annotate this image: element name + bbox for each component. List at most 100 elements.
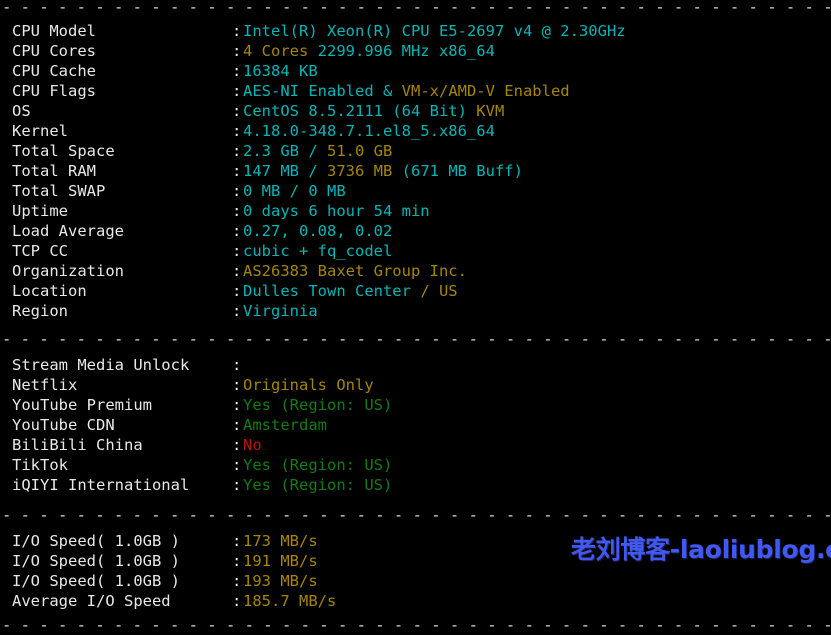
separator-top: - - - - - - - - - - - - - - - - - - - - … [0,0,831,17]
system-info-row: Region:Virginia [12,301,831,321]
io-speed-value-part: 173 MB/s [243,532,318,550]
system-info-value: Virginia [243,302,318,320]
io-speed-row: Average I/O Speed:185.7 MB/s [12,591,831,611]
stream-unlock-label: Netflix [12,375,232,395]
system-info-label: CPU Cache [12,61,232,81]
system-info-colon: : [232,101,243,121]
separator-io: - - - - - - - - - - - - - - - - - - - - … [0,505,831,525]
system-info-value-part: Dulles Town Center [243,282,420,300]
system-info-value-part: 2.3 GB / [243,142,327,160]
io-speed-row: I/O Speed( 1.0GB ):193 MB/s [12,571,831,591]
io-speed-value-part: 191 MB/s [243,552,318,570]
system-info-value-part: 3736 MB [327,162,402,180]
system-info-row: CPU Flags:AES-NI Enabled & VM-x/AMD-V En… [12,81,831,101]
system-info-colon: : [232,181,243,201]
stream-unlock-value-part: Amsterdam [243,416,327,434]
io-speed-colon: : [232,591,243,611]
system-info-value: 0 MB / 0 MB [243,182,346,200]
stream-unlock-label: YouTube CDN [12,415,232,435]
io-speed-colon: : [232,571,243,591]
stream-unlock-label: YouTube Premium [12,395,232,415]
system-info-label: Total RAM [12,161,232,181]
system-info-value-part: 2299.996 MHz x86_64 [318,42,495,60]
system-info-colon: : [232,61,243,81]
stream-unlock-value-part: Yes (Region: US) [243,476,392,494]
system-info-row: CPU Cache:16384 KB [12,61,831,81]
system-info-value-part: 4 Cores [243,42,318,60]
system-info-row: Organization:AS26383 Baxet Group Inc. [12,261,831,281]
stream-unlock-label: Stream Media Unlock [12,355,232,375]
stream-unlock-colon: : [232,455,243,475]
io-speed-value: 173 MB/s [243,532,318,550]
system-info-value-part: AES-NI Enabled [243,82,374,100]
system-info-rows: CPU Model:Intel(R) Xeon(R) CPU E5-2697 v… [12,21,831,321]
system-info-value: CentOS 8.5.2111 (64 Bit) KVM [243,102,504,120]
system-info-value: 4 Cores 2299.996 MHz x86_64 [243,42,495,60]
stream-unlock-value: No [243,436,262,454]
system-info-row: Load Average:0.27, 0.08, 0.02 [12,221,831,241]
system-info-row: CPU Cores:4 Cores 2299.996 MHz x86_64 [12,41,831,61]
system-info-row: Kernel:4.18.0-348.7.1.el8_5.x86_64 [12,121,831,141]
system-info-colon: : [232,261,243,281]
io-speed-value-part: 193 MB/s [243,572,318,590]
system-info-label: Location [12,281,232,301]
io-speed-value: 193 MB/s [243,572,318,590]
system-info-value: Intel(R) Xeon(R) CPU E5-2697 v4 @ 2.30GH… [243,22,626,40]
io-speed-label: I/O Speed( 1.0GB ) [12,571,232,591]
stream-unlock-rows: Stream Media Unlock: Netflix: Originals On… [12,355,831,495]
stream-unlock-row: YouTube CDN:Amsterdam [12,415,831,435]
stream-unlock-row: BiliBili China:No [12,435,831,455]
system-info-label: CPU Cores [12,41,232,61]
stream-unlock-colon: : [232,475,243,495]
io-speed-label: Average I/O Speed [12,591,232,611]
system-info-value-part: VM-x/AMD-V Enabled [402,82,570,100]
system-info-value-part: (671 MB Buff) [402,162,523,180]
system-info-label: CPU Flags [12,81,232,101]
system-info-label: Total SWAP [12,181,232,201]
system-info-label: OS [12,101,232,121]
system-info-colon: : [232,281,243,301]
system-info-value-part: 16384 KB [243,62,318,80]
io-speed-value: 185.7 MB/s [243,592,336,610]
system-info-value-part: 51.0 GB [327,142,392,160]
separator-bottom: - - - - - - - - - - - - - - - - - - - - … [0,615,831,635]
system-info-row: OS:CentOS 8.5.2111 (64 Bit) KVM [12,101,831,121]
system-info-value-part: cubic + fq_codel [243,242,392,260]
stream-unlock-value-part: Yes (Region: US) [243,456,392,474]
stream-unlock-value: Originals Only [243,376,374,394]
system-info-row: TCP CC:cubic + fq_codel [12,241,831,261]
stream-unlock-row: YouTube Premium:Yes (Region: US) [12,395,831,415]
io-speed-value-part: 185.7 MB/s [243,592,336,610]
io-speed-colon: : [232,551,243,571]
separator-stream: - - - - - - - - - - - - - - - - - - - - … [0,329,831,349]
stream-unlock-value-part: Yes (Region: US) [243,396,392,414]
system-info-value: AS26383 Baxet Group Inc. [243,262,467,280]
io-speed-label: I/O Speed( 1.0GB ) [12,551,232,571]
io-speed-colon: : [232,531,243,551]
stream-unlock-label: iQIYI International [12,475,232,495]
system-info-label: CPU Model [12,21,232,41]
system-info-value-part: 0 MB / 0 MB [243,182,346,200]
system-info-row: Uptime:0 days 6 hour 54 min [12,201,831,221]
system-info-label: Uptime [12,201,232,221]
system-info-value-part: / US [420,282,457,300]
system-info-colon: : [232,41,243,61]
system-info-value-part: CentOS 8.5.2111 (64 Bit) [243,102,476,120]
stream-unlock-section: Stream Media Unlock: Netflix: Originals On… [0,355,831,495]
system-info-label: Load Average [12,221,232,241]
system-info-colon: : [232,201,243,221]
system-info-value-part: KVM [476,102,504,120]
terminal-screen: - - - - - - - - - - - - - - - - - - - - … [0,0,831,592]
system-info-row: Total SWAP:0 MB / 0 MB [12,181,831,201]
system-info-label: Kernel [12,121,232,141]
system-info-colon: : [232,241,243,261]
system-info-value-part: 0 days 6 hour 54 min [243,202,430,220]
stream-unlock-value: Yes (Region: US) [243,456,392,474]
system-info-row: CPU Model:Intel(R) Xeon(R) CPU E5-2697 v… [12,21,831,41]
stream-unlock-label: BiliBili China [12,435,232,455]
system-info-label: Region [12,301,232,321]
system-info-value: 4.18.0-348.7.1.el8_5.x86_64 [243,122,495,140]
system-info-label: Total Space [12,141,232,161]
system-info-colon: : [232,221,243,241]
system-info-value: 0 days 6 hour 54 min [243,202,430,220]
